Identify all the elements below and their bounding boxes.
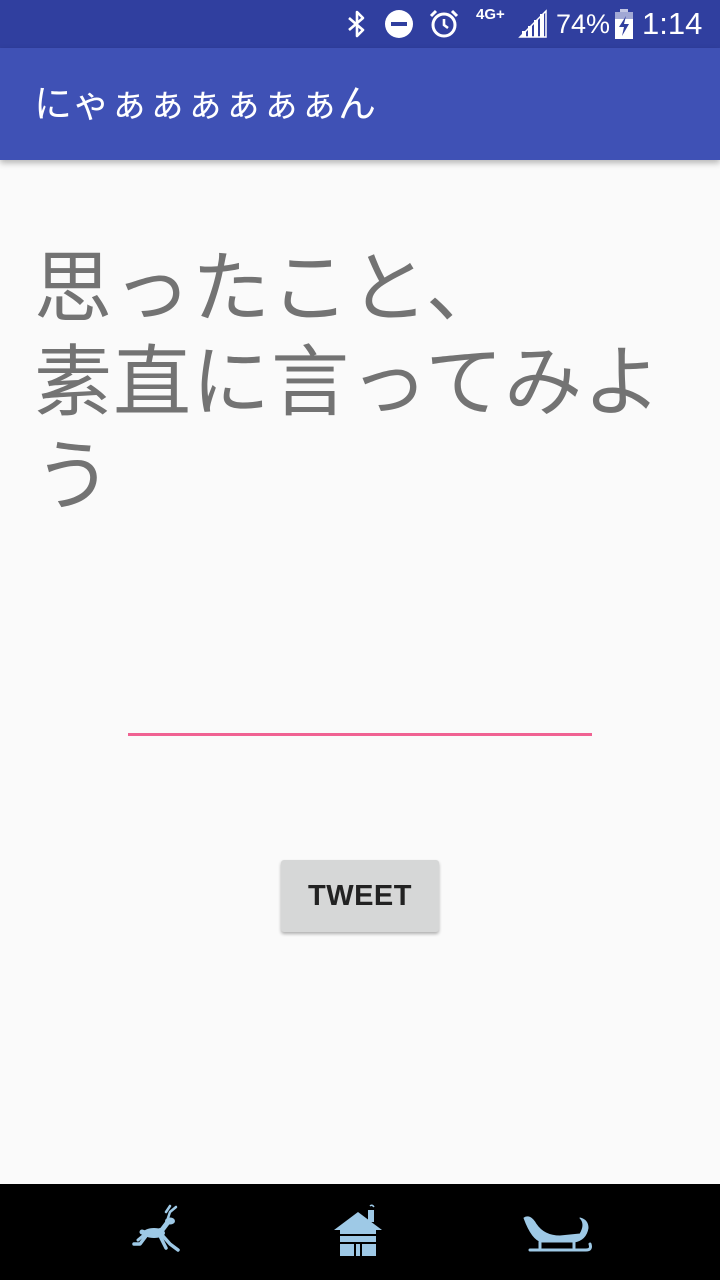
reindeer-icon: [132, 1204, 180, 1252]
signal-icon: [518, 0, 548, 48]
status-bar: 4G+ 74% 1:14: [0, 0, 720, 48]
nav-item-sleigh[interactable]: [507, 1184, 607, 1280]
battery-percent: 74%: [556, 8, 611, 39]
app-title: にゃぁぁぁぁぁぁん: [34, 82, 377, 126]
headline-prompt: 思ったこと、 素直に言ってみよう: [34, 244, 663, 522]
alarm-icon: [428, 0, 460, 48]
bottom-nav: [0, 1184, 720, 1280]
house-icon: [334, 1204, 382, 1256]
sleigh-icon: [523, 1216, 592, 1252]
network-type-label: 4G+: [476, 6, 505, 23]
bluetooth-icon: [346, 0, 368, 48]
nav-item-reindeer[interactable]: [110, 1184, 210, 1280]
battery-charging-icon: [614, 0, 634, 48]
tweet-button[interactable]: TWEET: [281, 860, 439, 932]
tweet-input[interactable]: [128, 680, 592, 736]
clock: 1:14: [642, 6, 703, 41]
app-bar: にゃぁぁぁぁぁぁん: [0, 48, 720, 160]
nav-item-home[interactable]: [308, 1184, 408, 1280]
do-not-disturb-icon: [384, 0, 414, 48]
